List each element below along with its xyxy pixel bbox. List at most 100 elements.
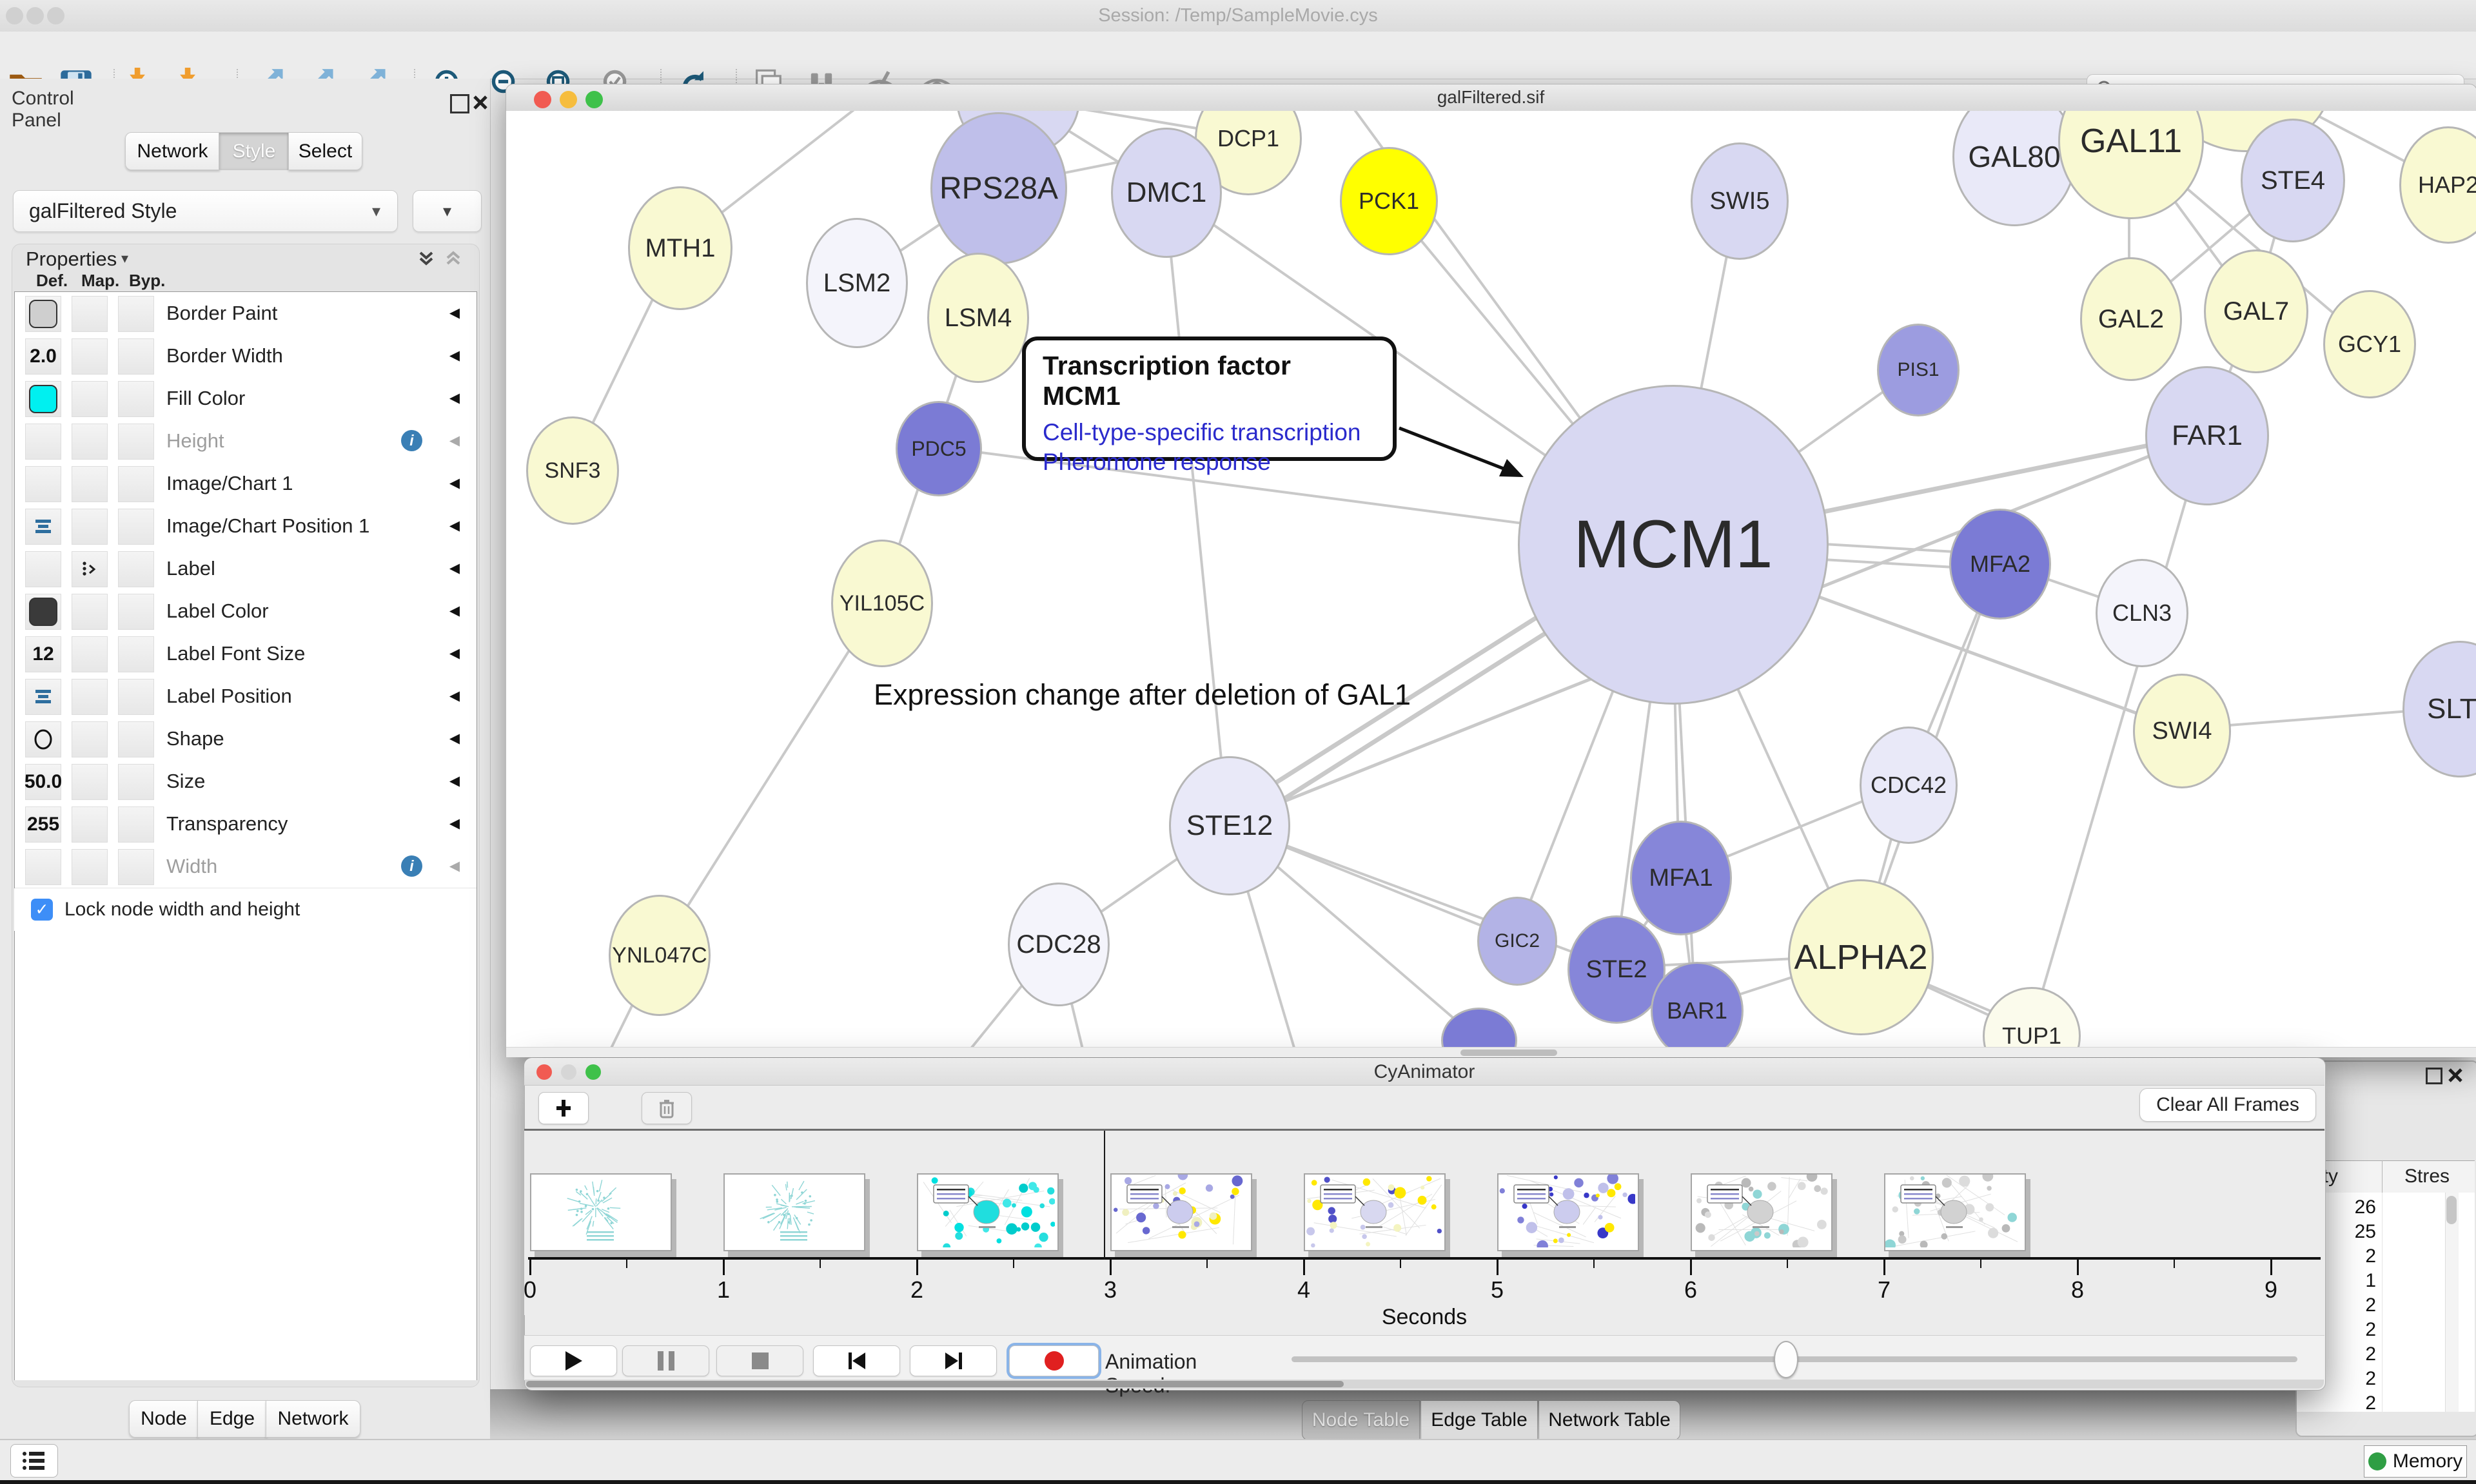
- properties-header[interactable]: Properties ▾: [12, 244, 478, 271]
- property-row[interactable]: Label◀: [15, 547, 477, 591]
- node-GAL2[interactable]: GAL2: [2080, 257, 2182, 381]
- map-cell[interactable]: [72, 849, 108, 885]
- def-cell[interactable]: [25, 296, 61, 332]
- node-CLN3[interactable]: CLN3: [2096, 559, 2188, 667]
- property-row[interactable]: Label Position◀: [15, 675, 477, 718]
- column-stress[interactable]: Stres: [2404, 1166, 2450, 1187]
- node-LSM4[interactable]: LSM4: [927, 253, 1029, 383]
- node-YIL105C[interactable]: YIL105C: [831, 540, 933, 667]
- close-panel-icon[interactable]: [472, 94, 489, 111]
- def-cell[interactable]: 50.0: [25, 764, 61, 800]
- map-cell[interactable]: [72, 806, 108, 843]
- expand-arrow-icon[interactable]: ◀: [449, 590, 460, 632]
- table-row[interactable]: 2: [2312, 1245, 2376, 1267]
- byp-cell[interactable]: [118, 636, 154, 672]
- expand-arrow-icon[interactable]: ◀: [449, 675, 460, 718]
- node-LSM2[interactable]: LSM2: [806, 218, 908, 348]
- node-GAL7[interactable]: GAL7: [2204, 249, 2308, 373]
- map-cell[interactable]: [72, 509, 108, 545]
- def-cell[interactable]: [25, 849, 61, 885]
- byp-cell[interactable]: [118, 424, 154, 460]
- byp-cell[interactable]: [118, 296, 154, 332]
- node-SWI4[interactable]: SWI4: [2133, 674, 2231, 788]
- node-FAR1[interactable]: FAR1: [2145, 366, 2269, 505]
- table-row[interactable]: 25: [2312, 1221, 2376, 1243]
- map-cell[interactable]: [72, 636, 108, 672]
- collapse-all-icon[interactable]: [417, 249, 436, 268]
- map-cell[interactable]: [72, 338, 108, 375]
- table-row[interactable]: 2: [2312, 1294, 2376, 1316]
- close-table-icon[interactable]: [2448, 1068, 2463, 1083]
- byp-cell[interactable]: [118, 466, 154, 502]
- expand-arrow-icon[interactable]: ◀: [449, 420, 460, 462]
- table-scrollbar-thumb[interactable]: [2446, 1196, 2457, 1224]
- delete-frame-button[interactable]: [642, 1092, 692, 1124]
- expand-arrow-icon[interactable]: ◀: [449, 505, 460, 547]
- map-cell[interactable]: [72, 381, 108, 417]
- tab-edge-style[interactable]: Edge: [197, 1400, 267, 1438]
- table-row[interactable]: 2: [2312, 1319, 2376, 1341]
- expand-arrow-icon[interactable]: ◀: [449, 292, 460, 335]
- byp-cell[interactable]: [118, 849, 154, 885]
- expand-arrow-icon[interactable]: ◀: [449, 760, 460, 803]
- def-cell[interactable]: 12: [25, 636, 61, 672]
- tab-node-table[interactable]: Node Table: [1302, 1400, 1420, 1440]
- tab-style[interactable]: Style: [219, 132, 290, 170]
- tab-select[interactable]: Select: [288, 132, 362, 170]
- step-backward-button[interactable]: [813, 1345, 900, 1376]
- byp-cell[interactable]: [118, 594, 154, 630]
- canvas-hscrollbar[interactable]: [506, 1047, 2476, 1057]
- def-cell[interactable]: [25, 594, 61, 630]
- node-SWI5[interactable]: SWI5: [1691, 142, 1789, 260]
- table-row[interactable]: 26: [2312, 1196, 2376, 1218]
- cyanimator-scrollbar-thumb[interactable]: [526, 1381, 1344, 1387]
- expand-arrow-icon[interactable]: ◀: [449, 547, 460, 590]
- property-row[interactable]: Image/Chart 1◀: [15, 462, 477, 505]
- style-options-button[interactable]: ▾: [413, 190, 482, 232]
- expand-arrow-icon[interactable]: ◀: [449, 718, 460, 760]
- canvas-hscrollbar-thumb[interactable]: [1460, 1050, 1557, 1056]
- tab-network-style[interactable]: Network: [266, 1400, 360, 1438]
- add-frame-button[interactable]: [538, 1092, 589, 1124]
- byp-cell[interactable]: [118, 509, 154, 545]
- node-STE12[interactable]: STE12: [1169, 756, 1290, 895]
- frame-thumbnail-5[interactable]: [1497, 1173, 1639, 1251]
- frame-thumbnail-3[interactable]: [1110, 1173, 1252, 1251]
- expand-arrow-icon[interactable]: ◀: [449, 803, 460, 845]
- table-scrollbar[interactable]: [2445, 1193, 2459, 1412]
- def-cell[interactable]: [25, 679, 61, 715]
- map-cell[interactable]: [72, 424, 108, 460]
- node-SNF3[interactable]: SNF3: [526, 416, 619, 525]
- frame-thumbnail-6[interactable]: [1691, 1173, 1832, 1251]
- playhead[interactable]: [1104, 1131, 1105, 1260]
- expand-arrow-icon[interactable]: ◀: [449, 845, 460, 888]
- tab-node-style[interactable]: Node: [129, 1400, 199, 1438]
- tab-edge-table[interactable]: Edge Table: [1420, 1400, 1538, 1440]
- node-GCY1[interactable]: GCY1: [2323, 290, 2416, 398]
- expand-arrow-icon[interactable]: ◀: [449, 335, 460, 377]
- record-button[interactable]: [1009, 1345, 1099, 1376]
- byp-cell[interactable]: [118, 806, 154, 843]
- tab-network-table[interactable]: Network Table: [1538, 1400, 1680, 1440]
- frame-thumbnail-1[interactable]: [723, 1173, 865, 1251]
- node-MCM1[interactable]: MCM1: [1518, 385, 1829, 705]
- node-PIS1[interactable]: PIS1: [1877, 324, 1960, 416]
- table-row[interactable]: 1: [2312, 1270, 2376, 1292]
- callout-link-1[interactable]: Cell-type-specific transcription: [1043, 418, 1376, 447]
- byp-cell[interactable]: [118, 721, 154, 757]
- property-row[interactable]: Image/Chart Position 1◀: [15, 505, 477, 548]
- property-row[interactable]: Fill Color◀: [15, 377, 477, 420]
- node-ALPHA2[interactable]: ALPHA2: [1788, 879, 1934, 1035]
- property-row[interactable]: 12Label Font Size◀: [15, 632, 477, 676]
- info-icon[interactable]: i: [401, 430, 422, 451]
- node-MTH1[interactable]: MTH1: [628, 186, 732, 310]
- byp-cell[interactable]: [118, 381, 154, 417]
- byp-cell[interactable]: [118, 764, 154, 800]
- network-canvas[interactable]: DCP1RPS28ADMC1PCK1SWI5GAL80GAL11STE4HAP2…: [506, 111, 2476, 1057]
- expand-arrow-icon[interactable]: ◀: [449, 462, 460, 505]
- def-cell[interactable]: [25, 466, 61, 502]
- property-row[interactable]: 255Transparency◀: [15, 803, 477, 846]
- node-PCK1[interactable]: PCK1: [1340, 147, 1438, 255]
- node-YNL047C[interactable]: YNL047C: [609, 895, 711, 1016]
- property-row[interactable]: 2.0Border Width◀: [15, 335, 477, 378]
